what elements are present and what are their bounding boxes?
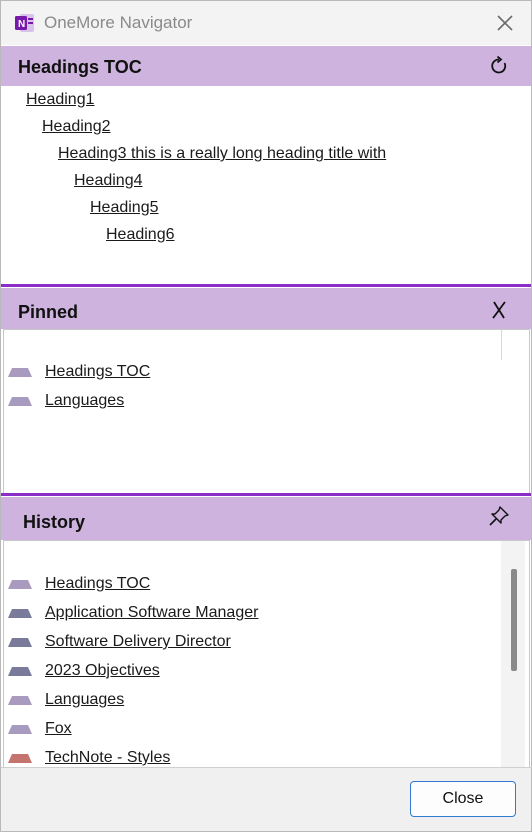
list-item[interactable]: Languages [4,390,504,414]
heading-link-3[interactable]: Heading3 this is a really long heading t… [58,145,386,163]
list-item[interactable]: 2023 Objectives [4,660,504,684]
heading-link-5[interactable]: Heading5 [90,199,159,217]
page-icon [8,667,32,676]
list-item[interactable]: Application Software Manager [4,602,504,626]
section-divider[interactable] [1,284,531,287]
page-icon [8,638,32,647]
history-page-link[interactable]: Software Delivery Director [45,633,231,651]
heading-link-2[interactable]: Heading2 [42,118,111,136]
x-mark-icon[interactable] [489,300,509,320]
pin-icon[interactable] [488,505,510,527]
history-page-link[interactable]: Headings TOC [45,575,150,593]
list-item[interactable]: TechNote - Styles [4,747,504,767]
heading-link-1[interactable]: Heading1 [26,91,95,109]
close-icon[interactable] [495,13,515,33]
pinned-page-link[interactable]: Languages [45,392,124,410]
history-scrollbar-thumb[interactable] [511,569,517,671]
heading-link-4[interactable]: Heading4 [74,172,143,190]
headings-toc-title: Headings TOC [18,57,142,77]
pinned-page-link[interactable]: Headings TOC [45,363,150,381]
section-divider[interactable] [1,493,531,496]
page-icon [8,609,32,618]
page-icon [8,368,32,377]
list-item[interactable]: Headings TOC [4,573,504,597]
page-icon [8,696,32,705]
window-title: OneMore Navigator [44,13,193,32]
page-icon [8,754,32,763]
history-page-link[interactable]: 2023 Objectives [45,662,160,680]
pinned-scrollbar-edge [501,330,502,360]
page-icon [8,580,32,589]
history-title: History [23,512,86,532]
dialog-footer: Close [1,767,531,831]
history-scrollbar[interactable] [501,541,525,767]
pinned-list[interactable]: Headings TOC Languages [3,329,530,493]
history-page-link[interactable]: TechNote - Styles [45,749,170,767]
headings-toc-header: Headings TOC [1,46,531,86]
list-item[interactable]: Languages [4,689,504,713]
history-page-link[interactable]: Languages [45,691,124,709]
close-button[interactable]: Close [410,781,516,817]
list-item[interactable]: Software Delivery Director [4,631,504,655]
history-page-link[interactable]: Fox [45,720,72,738]
refresh-icon[interactable] [488,55,510,77]
list-item[interactable]: Fox [4,718,504,742]
list-item[interactable]: Headings TOC [4,361,504,385]
pinned-title: Pinned [18,302,79,322]
heading-link-6[interactable]: Heading6 [106,226,175,244]
page-icon [8,725,32,734]
page-icon [8,397,32,406]
title-bar[interactable]: N OneMore Navigator [1,1,531,45]
onenote-app-icon: N [15,14,34,32]
navigator-window: N OneMore Navigator Headings TOC Heading… [0,0,532,832]
pinned-header: Pinned [1,288,531,329]
history-header: History [1,497,531,540]
svg-text:N: N [18,19,25,30]
history-page-link[interactable]: Application Software Manager [45,604,258,622]
history-list[interactable]: Headings TOC Application Software Manage… [3,540,530,767]
